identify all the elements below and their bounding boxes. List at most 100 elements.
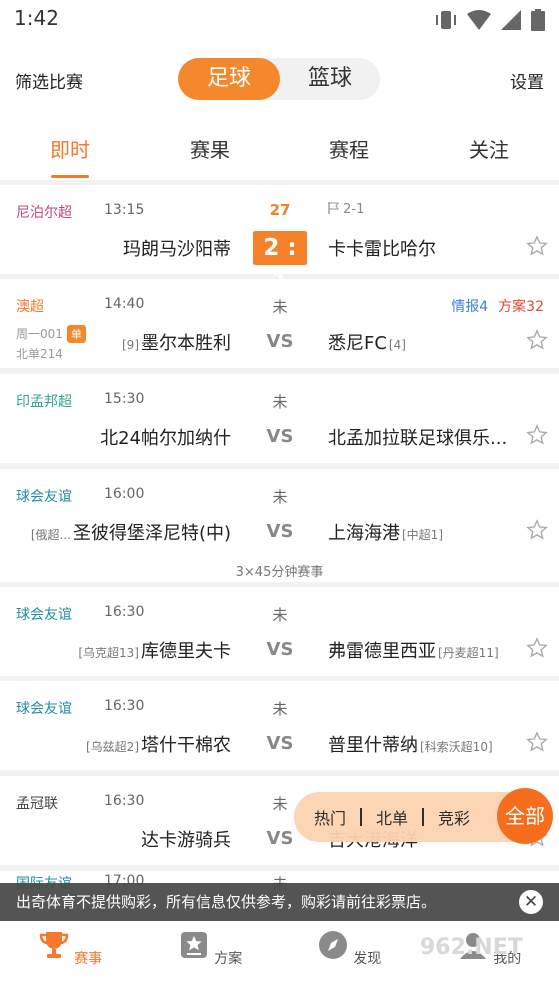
basketball-toggle[interactable]: 篮球 xyxy=(280,58,380,100)
disclaimer-text: 出奇体育不提供购彩，所有信息仅供参考，购彩请前往彩票店。 xyxy=(16,893,437,911)
kickoff-time: 16:30 xyxy=(104,698,145,714)
home-rank: [乌克超13] xyxy=(78,646,139,660)
away-rank: [中超1] xyxy=(402,528,443,542)
favorite-star-icon[interactable] xyxy=(526,731,548,753)
filter-matches-button[interactable]: 筛选比赛 xyxy=(15,68,83,93)
filter-all-button[interactable]: 全部 xyxy=(497,788,553,844)
league-name: 印孟邦超 xyxy=(16,394,72,410)
tab-live[interactable]: 即时 xyxy=(20,134,120,163)
home-team-name: 塔什干棉农 xyxy=(141,735,231,756)
away-team: 上海海港 [中超1] xyxy=(328,519,445,545)
match-card[interactable]: 球会友谊 16:00 未 [俄超... 圣彼得堡泽尼特(中) VS 上海海港 [中超… xyxy=(0,469,559,582)
football-toggle[interactable]: 足球 xyxy=(178,58,280,100)
favorite-star-icon[interactable] xyxy=(526,235,548,257)
home-rank: [9] xyxy=(122,338,139,352)
nav-label: 赛事 xyxy=(74,951,103,967)
match-status: 未 xyxy=(272,393,288,411)
match-card[interactable]: 印孟邦超 15:30 未 北24帕尔加纳什 VS 北孟加拉联足球俱乐... xyxy=(0,374,559,463)
match-status: 未 xyxy=(272,700,288,718)
tab-following[interactable]: 关注 xyxy=(439,134,539,163)
match-card[interactable]: 球会友谊 16:30 未 [乌兹超2] 塔什干棉农 VS 普里什蒂纳 [科索沃超10… xyxy=(0,681,559,770)
home-team-name: 库德里夫卡 xyxy=(141,641,231,662)
settings-button[interactable]: 设置 xyxy=(510,68,544,93)
nav-plans[interactable]: 方案 xyxy=(170,929,250,968)
match-score: 2 : 1 xyxy=(253,231,307,295)
nav-discover[interactable]: 发现 xyxy=(309,929,389,968)
away-team: 北孟加拉联足球俱乐... xyxy=(328,428,508,449)
flag-info: 2-1 xyxy=(328,202,364,217)
kickoff-time: 16:30 xyxy=(104,604,145,620)
away-team-name: 上海海港 xyxy=(328,523,400,544)
filter-hot[interactable]: 热门 xyxy=(314,805,346,829)
favorite-star-icon[interactable] xyxy=(526,424,548,446)
battery-icon xyxy=(531,9,545,31)
vs-label: VS xyxy=(266,331,294,352)
beidan-code: 北单214 xyxy=(16,347,63,361)
match-card[interactable]: 澳超 14:40 未 情报4 方案32 周一001 单 北单214 [9] 墨尔本胜利… xyxy=(0,279,559,368)
tab-results[interactable]: 赛果 xyxy=(160,134,260,163)
vs-label: VS xyxy=(266,733,294,754)
away-team: 弗雷德里西亚 [丹麦超11] xyxy=(328,637,501,663)
sport-toggle: 足球 篮球 xyxy=(178,58,380,100)
home-team-name: 圣彼得堡泽尼特(中) xyxy=(72,523,231,544)
plans-link[interactable]: 方案32 xyxy=(498,299,544,315)
match-card[interactable]: 球会友谊 16:30 未 [乌克超13] 库德里夫卡 VS 弗雷德里西亚 [丹麦超1… xyxy=(0,587,559,676)
league-name: 尼泊尔超 xyxy=(16,205,72,221)
halftime-score: 2-1 xyxy=(343,202,365,217)
star-doc-icon xyxy=(180,932,207,958)
kickoff-time: 14:40 xyxy=(104,296,145,312)
quick-filter-menu: 热门 北单 竞彩 全部 xyxy=(294,788,553,846)
lottery-code-text: 周一001 xyxy=(16,327,63,341)
intel-link[interactable]: 情报4 xyxy=(451,299,488,315)
live-minute: 27 xyxy=(269,201,291,219)
trophy-icon xyxy=(39,932,69,958)
away-team-name: 悉尼FC xyxy=(328,333,387,354)
league-name: 孟冠联 xyxy=(16,796,58,812)
match-info-links: 情报4 方案32 xyxy=(451,296,544,316)
divider xyxy=(360,808,363,826)
home-team: [乌兹超2] 塔什干棉农 xyxy=(84,731,231,757)
match-card[interactable]: 尼泊尔超 13:15 27 2-1 玛朗马沙阳蒂 2 : 1 卡卡雷比哈尔 xyxy=(0,185,559,295)
kickoff-time: 15:30 xyxy=(104,391,145,407)
filter-jingcai[interactable]: 竞彩 xyxy=(438,805,470,829)
home-rank: [俄超... xyxy=(30,528,71,542)
app-header: 筛选比赛 足球 篮球 设置 即时 赛果 赛程 关注 xyxy=(0,38,559,180)
home-team: 北24帕尔加纳什 xyxy=(100,428,231,449)
home-rank: [乌兹超2] xyxy=(86,740,139,754)
away-rank: [4] xyxy=(388,338,406,352)
signal-icon xyxy=(501,10,521,30)
home-team: [9] 墨尔本胜利 xyxy=(120,329,231,355)
home-team: 达卡游骑兵 xyxy=(141,830,231,851)
flag-icon xyxy=(328,202,339,214)
home-team-name: 墨尔本胜利 xyxy=(141,333,231,354)
vibrate-icon xyxy=(436,11,456,29)
active-tab-indicator xyxy=(51,175,89,178)
watermark-logo: 962.NET xyxy=(420,935,523,960)
away-rank: [丹麦超11] xyxy=(438,646,499,660)
close-icon[interactable]: ✕ xyxy=(519,890,543,914)
status-icons xyxy=(435,9,545,31)
compass-icon xyxy=(318,931,347,959)
filter-beidan[interactable]: 北单 xyxy=(376,805,408,829)
favorite-star-icon[interactable] xyxy=(526,519,548,541)
home-team: [乌克超13] 库德里夫卡 xyxy=(76,637,231,663)
favorite-star-icon[interactable] xyxy=(526,637,548,659)
league-name: 澳超 xyxy=(16,299,44,315)
wifi-icon xyxy=(467,10,491,30)
favorite-star-icon[interactable] xyxy=(526,329,548,351)
vs-label: VS xyxy=(266,639,294,660)
clock: 1:42 xyxy=(14,6,59,30)
match-status: 未 xyxy=(272,488,288,506)
away-team: 卡卡雷比哈尔 xyxy=(328,239,436,260)
single-badge: 单 xyxy=(66,325,86,343)
home-team: 玛朗马沙阳蒂 xyxy=(123,239,231,260)
away-team: 普里什蒂纳 [科索沃超10] xyxy=(328,731,495,757)
away-team-name: 弗雷德里西亚 xyxy=(328,641,436,662)
vs-label: VS xyxy=(266,521,294,542)
league-name: 球会友谊 xyxy=(16,489,72,505)
nav-label: 发现 xyxy=(353,951,382,967)
tab-schedule[interactable]: 赛程 xyxy=(299,134,399,163)
away-team: 悉尼FC [4] xyxy=(328,329,408,355)
nav-matches[interactable]: 赛事 xyxy=(30,929,110,968)
kickoff-time: 13:15 xyxy=(104,202,145,218)
